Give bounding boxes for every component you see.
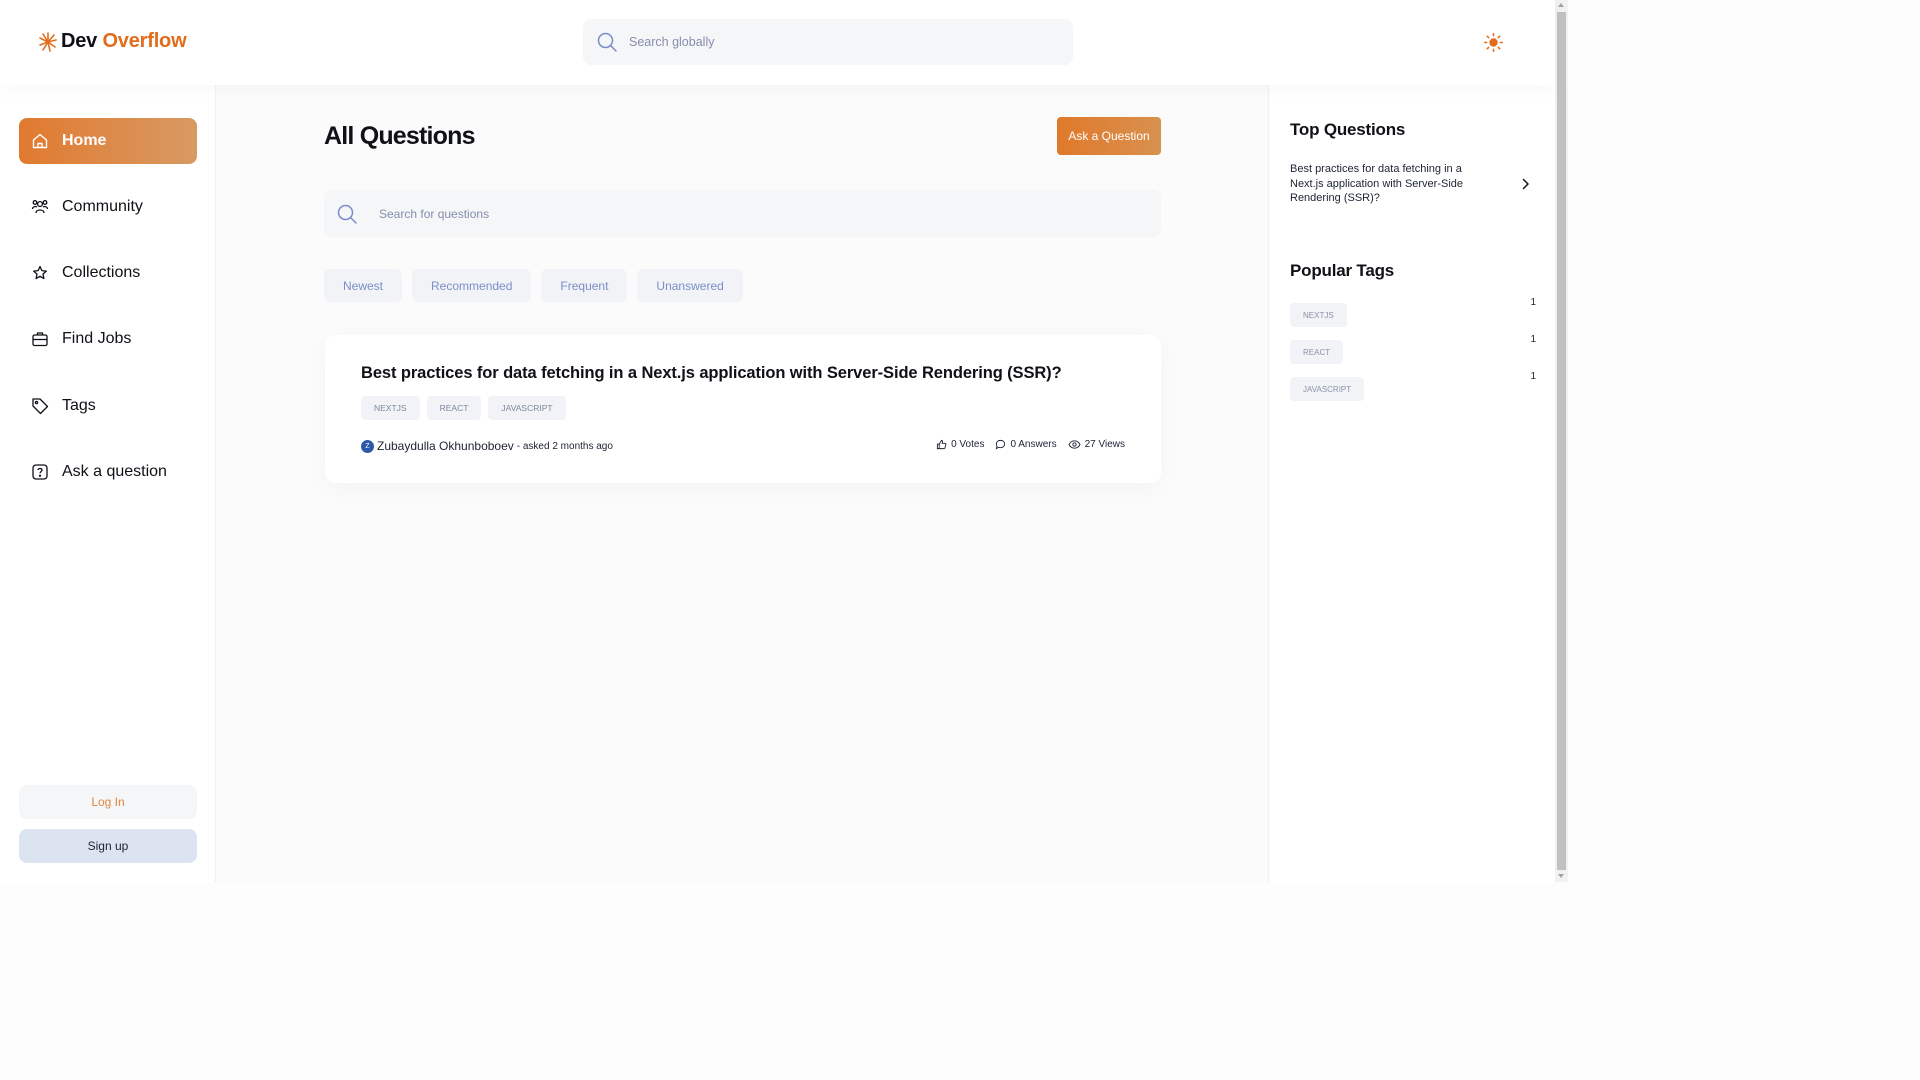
sun-icon (1484, 33, 1503, 52)
popular-tag-count: 1 (1530, 297, 1536, 308)
global-search-placeholder: Search globally (629, 35, 715, 49)
search-icon (597, 32, 617, 52)
sidebar-item-label: Collections (62, 264, 141, 281)
scroll-down-arrow-icon[interactable] (1558, 874, 1564, 878)
question-metrics: 0 Votes 0 Answers 27 Views (936, 439, 1125, 450)
author-name-link[interactable]: Zubaydulla Okhunboboev (377, 439, 514, 453)
filter-bar: Newest Recommended Frequent Unanswered (324, 269, 743, 302)
login-button[interactable]: Log In (19, 785, 197, 819)
chevron-right-icon (1521, 178, 1530, 190)
answers-count: 0 Answers (1010, 439, 1057, 450)
sidebar-item-label: Community (62, 198, 143, 215)
search-icon (337, 204, 357, 224)
popular-tag-item[interactable]: NEXTJS 1 (1290, 297, 1536, 327)
main-content: All Questions Ask a Question Search for … (217, 85, 1268, 882)
question-author: Z Zubaydulla Okhunboboev - asked 2 month… (361, 439, 613, 453)
question-tag[interactable]: NEXTJS (361, 396, 420, 420)
sidebar-item-ask-question[interactable]: Ask a question (19, 449, 197, 495)
filter-newest[interactable]: Newest (324, 269, 403, 302)
popular-tag-name: REACT (1290, 340, 1344, 364)
question-title-link[interactable]: Best practices for data fetching in a Ne… (361, 364, 1062, 383)
logo-text-dev: Dev (61, 30, 98, 52)
question-tag[interactable]: JAVASCRIPT (488, 396, 566, 420)
right-sidebar: Top Questions Best practices for data fe… (1268, 85, 1555, 882)
page-scrollbar[interactable] (1555, 0, 1568, 882)
top-question-text: Best practices for data fetching in a Ne… (1290, 163, 1464, 204)
popular-tag-item[interactable]: REACT 1 (1290, 334, 1536, 364)
votes-count: 0 Votes (951, 439, 985, 450)
question-search-placeholder: Search for questions (379, 206, 490, 221)
sidebar-item-find-jobs[interactable]: Find Jobs (19, 316, 197, 362)
sidebar-item-home[interactable]: Home (19, 118, 197, 164)
message-icon (995, 439, 1006, 450)
sidebar-item-label: Ask a question (62, 463, 167, 480)
top-question-item[interactable]: Best practices for data fetching in a Ne… (1290, 162, 1530, 206)
popular-tag-count: 1 (1530, 334, 1536, 345)
popular-tag-name: NEXTJS (1290, 303, 1347, 327)
home-icon (31, 132, 49, 150)
signup-button[interactable]: Sign up (19, 829, 197, 863)
question-tags: NEXTJS REACT JAVASCRIPT (361, 396, 566, 420)
popular-tag-count: 1 (1530, 371, 1536, 382)
users-icon (31, 198, 49, 216)
eye-icon (1068, 439, 1081, 450)
views-metric: 27 Views (1068, 439, 1125, 450)
logo[interactable]: Dev Overflow (38, 30, 187, 53)
logo-text: Dev Overflow (61, 30, 187, 53)
question-icon (31, 463, 49, 481)
star-icon (31, 264, 49, 282)
top-questions-heading: Top Questions (1290, 120, 1406, 139)
answers-metric: 0 Answers (995, 439, 1057, 450)
scrollbar-thumb[interactable] (1557, 12, 1566, 870)
logo-icon (38, 31, 58, 53)
views-count: 27 Views (1084, 439, 1125, 450)
sidebar-item-label: Find Jobs (62, 330, 132, 347)
popular-tag-item[interactable]: JAVASCRIPT 1 (1290, 371, 1536, 401)
top-navbar: Dev Overflow Search globally (0, 0, 1555, 85)
votes-metric: 0 Votes (936, 439, 984, 450)
question-search-input[interactable]: Search for questions (324, 190, 1161, 237)
scroll-up-arrow-icon[interactable] (1558, 3, 1564, 7)
popular-tag-name: JAVASCRIPT (1290, 377, 1365, 401)
sidebar-item-collections[interactable]: Collections (19, 250, 197, 296)
left-sidebar: Home Community Collections Find Jobs Tag… (0, 85, 216, 882)
avatar[interactable]: Z (361, 439, 374, 453)
sidebar-item-label: Tags (62, 397, 96, 414)
sidebar-item-tags[interactable]: Tags (19, 383, 197, 429)
popular-tags-heading: Popular Tags (1290, 261, 1395, 280)
ask-question-button[interactable]: Ask a Question (1057, 117, 1161, 155)
global-search-input[interactable]: Search globally (583, 19, 1073, 65)
thumbs-up-icon (936, 439, 947, 450)
question-tag[interactable]: REACT (426, 396, 482, 420)
tag-icon (31, 397, 49, 415)
filter-frequent[interactable]: Frequent (541, 269, 628, 302)
theme-toggle-button[interactable] (1484, 33, 1503, 52)
question-card: Best practices for data fetching in a Ne… (325, 335, 1161, 483)
logo-text-overflow: Overflow (102, 30, 187, 52)
page-title: All Questions (324, 122, 476, 150)
filter-unanswered[interactable]: Unanswered (637, 269, 743, 302)
briefcase-icon (31, 330, 49, 348)
filter-recommended[interactable]: Recommended (412, 269, 532, 302)
asked-time: - asked 2 months ago (516, 440, 613, 452)
sidebar-item-label: Home (62, 132, 107, 149)
sidebar-item-community[interactable]: Community (19, 184, 197, 230)
